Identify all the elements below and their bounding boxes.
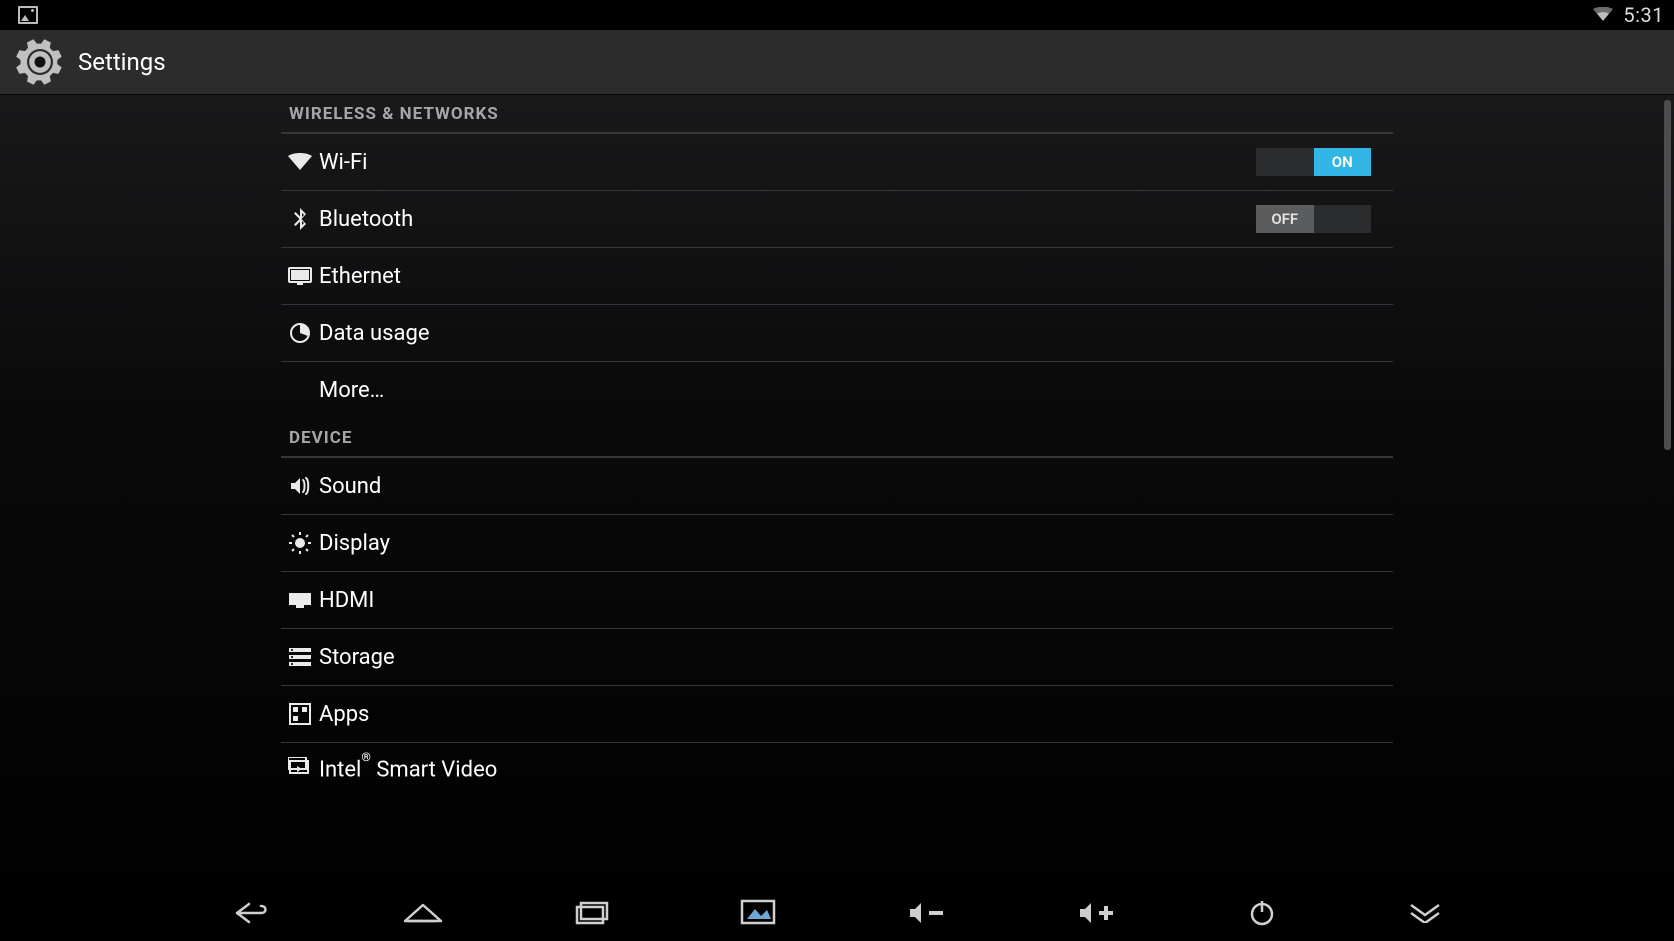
row-apps[interactable]: Apps [281, 686, 1393, 743]
page-title: Settings [78, 48, 166, 76]
row-label: Ethernet [319, 264, 401, 289]
settings-content: WIRELESS & NETWORKS Wi-Fi ON Bluetooth O… [0, 94, 1674, 885]
collapse-button[interactable] [1407, 885, 1443, 941]
row-label: HDMI [319, 588, 374, 613]
screenshot-button[interactable] [739, 885, 777, 941]
section-header-device: DEVICE [281, 418, 1393, 456]
wifi-icon [288, 152, 312, 172]
storage-icon [289, 648, 311, 666]
row-label: More… [319, 378, 384, 403]
section-header-wireless: WIRELESS & NETWORKS [281, 94, 1393, 132]
hdmi-icon [288, 592, 312, 608]
back-button[interactable] [231, 885, 271, 941]
row-storage[interactable]: Storage [281, 629, 1393, 686]
home-button[interactable] [401, 885, 445, 941]
apps-icon [289, 703, 311, 725]
row-label: Storage [319, 645, 395, 670]
row-label: Apps [319, 702, 369, 727]
smart-video-icon [288, 757, 312, 777]
row-wifi[interactable]: Wi-Fi ON [281, 134, 1393, 191]
volume-down-button[interactable] [907, 885, 947, 941]
status-clock: 5:31 [1623, 3, 1664, 27]
action-bar: Settings [0, 30, 1674, 94]
row-label: Sound [319, 474, 381, 499]
row-hdmi[interactable]: HDMI [281, 572, 1393, 629]
picture-notification-icon [18, 6, 38, 24]
bluetooth-switch[interactable]: OFF [1256, 205, 1371, 233]
sound-icon [289, 476, 311, 496]
scrollbar-thumb[interactable] [1664, 100, 1671, 450]
row-display[interactable]: Display [281, 515, 1393, 572]
scrollbar[interactable] [1664, 100, 1671, 879]
row-data-usage[interactable]: Data usage [281, 305, 1393, 362]
row-label: Display [319, 531, 390, 556]
row-ethernet[interactable]: Ethernet [281, 248, 1393, 305]
status-bar: 5:31 [0, 0, 1674, 30]
volume-up-button[interactable] [1077, 885, 1117, 941]
wifi-signal-icon [1593, 7, 1613, 23]
row-label: Wi-Fi [319, 150, 367, 175]
row-sound[interactable]: Sound [281, 458, 1393, 515]
settings-app-icon [14, 36, 66, 88]
display-icon [289, 532, 311, 554]
row-label: Data usage [319, 321, 430, 346]
row-bluetooth[interactable]: Bluetooth OFF [281, 191, 1393, 248]
data-usage-icon [289, 322, 311, 344]
bluetooth-icon [292, 208, 308, 230]
power-button[interactable] [1247, 885, 1277, 941]
row-intel-smart-video[interactable]: Intel® Smart Video [281, 743, 1393, 797]
navigation-bar [0, 885, 1674, 941]
wifi-switch[interactable]: ON [1256, 148, 1371, 176]
row-more[interactable]: More… [281, 362, 1393, 418]
recent-apps-button[interactable] [575, 885, 609, 941]
row-label: Intel® Smart Video [319, 757, 497, 782]
ethernet-icon [288, 267, 312, 285]
row-label: Bluetooth [319, 207, 413, 232]
